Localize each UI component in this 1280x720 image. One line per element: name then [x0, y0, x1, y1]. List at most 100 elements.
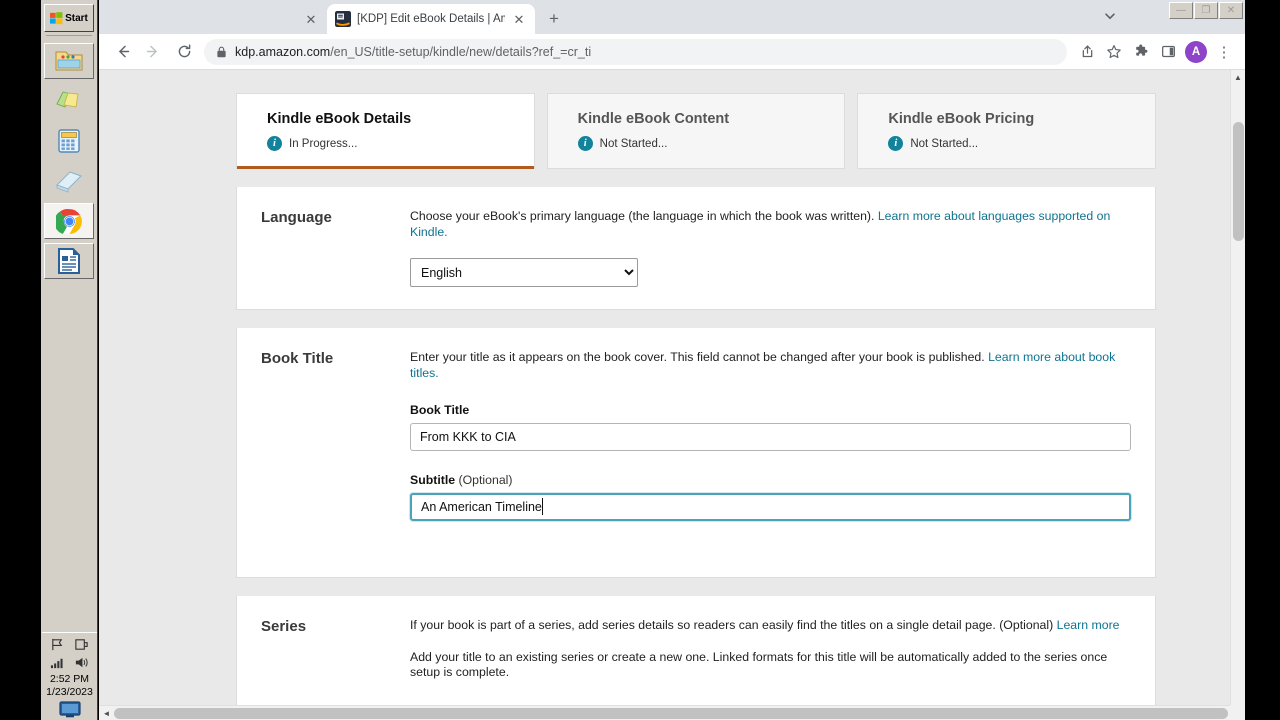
step-status-details: In Progress... [289, 137, 358, 150]
step-status-row-content: i Not Started... [577, 136, 845, 151]
notepad-icon [56, 171, 82, 193]
step-status-pricing: Not Started... [910, 137, 979, 150]
tab-title-active: [KDP] Edit eBook Details | Amazon Ki [357, 13, 505, 25]
taskbar-divider [46, 35, 92, 36]
tab-close-icon-active[interactable]: ✕ [511, 11, 527, 27]
horizontal-scrollbar-thumb[interactable] [114, 707, 1228, 719]
kdp-page-content: Kindle eBook Details i In Progress... Ki… [99, 70, 1230, 705]
url-path: /en_US/title-setup/kindle/new/details?re… [330, 44, 592, 59]
start-button-label: Start [65, 12, 88, 24]
show-desktop-monitor-icon[interactable] [58, 701, 81, 718]
system-tray: 2:52 PM 1/23/2023 [42, 632, 97, 720]
window-minimize-button[interactable]: — [1169, 2, 1193, 19]
action-center-flag-icon[interactable] [50, 637, 65, 652]
calculator-icon [58, 129, 80, 153]
info-icon: i [577, 136, 593, 151]
section-label-book-title: Book Title [261, 350, 334, 367]
series-learn-more-link[interactable]: Learn more [1057, 618, 1120, 632]
info-icon: i [267, 136, 282, 151]
tray-clock-date[interactable]: 1/23/2023 [46, 686, 93, 699]
step-title-details: Kindle eBook Details [267, 111, 412, 127]
reload-button[interactable] [169, 37, 199, 67]
network-plug-icon[interactable] [74, 637, 89, 652]
section-series: Series If your book is part of a series,… [236, 596, 1156, 705]
windows-taskbar: Start 2:52 PM 1/23/2023 [40, 0, 98, 720]
section-label-series: Series [261, 618, 307, 635]
taskbar-item-notepad[interactable] [44, 163, 94, 199]
window-controls: — ❐ ✕ [1169, 2, 1243, 19]
subtitle-optional-text: (Optional) [458, 473, 513, 487]
subtitle-input[interactable] [410, 493, 1131, 521]
address-bar[interactable]: kdp.amazon.com/en_US/title-setup/kindle/… [204, 38, 1067, 65]
volume-speaker-icon[interactable] [74, 655, 89, 670]
new-tab-button[interactable]: + [540, 4, 568, 32]
file-explorer-icon [55, 51, 83, 71]
subtitle-label-text: Subtitle [410, 473, 456, 487]
section-book-title: Book Title Enter your title as it appear… [236, 328, 1156, 578]
series-spacer [410, 638, 1129, 650]
kdp-step-tabs: Kindle eBook Details i In Progress... Ki… [236, 93, 1157, 169]
section-body-book-title: Enter your title as it appears on the bo… [410, 350, 1157, 521]
window-close-button[interactable]: ✕ [1219, 2, 1243, 19]
lock-icon [217, 46, 226, 57]
url-host: kdp.amazon.com [235, 44, 331, 59]
chevron-down-icon[interactable] [1098, 4, 1122, 28]
window-restore-button[interactable]: ❐ [1194, 2, 1218, 19]
back-button[interactable] [107, 37, 137, 67]
forward-button[interactable] [138, 37, 168, 67]
tray-clock-time[interactable]: 2:52 PM [50, 673, 89, 686]
section-label-language: Language [261, 209, 332, 226]
info-icon: i [888, 136, 904, 151]
browser-tab-strip: ✕ [KDP] Edit eBook Details | Amazon Ki ✕… [99, 0, 1245, 34]
subtitle-field-label: Subtitle (Optional) [410, 473, 1131, 487]
series-help-text-2: Add your title to an existing series or … [410, 649, 1108, 680]
step-title-content: Kindle eBook Content [577, 111, 730, 127]
bookmark-star-icon[interactable] [1101, 39, 1127, 65]
book-title-help-text: Enter your title as it appears on the bo… [410, 350, 1131, 381]
tab-close-icon[interactable]: ✕ [303, 11, 319, 27]
text-cursor [542, 498, 543, 515]
series-help-text-1: If your book is part of a series, add se… [410, 618, 1129, 634]
section-language: Language Choose your eBook's primary lan… [236, 187, 1156, 310]
browser-tab-inactive[interactable]: ✕ [103, 4, 327, 34]
browser-tab-kdp-edit-ebook-details[interactable]: [KDP] Edit eBook Details | Amazon Ki ✕ [327, 4, 535, 34]
browser-menu-icon[interactable]: ⋮ [1211, 39, 1237, 65]
language-select[interactable]: English [410, 258, 638, 287]
section-body-series: If your book is part of a series, add se… [410, 618, 1155, 685]
step-status-row-pricing: i Not Started... [888, 136, 1155, 151]
sticky-notes-icon [56, 91, 79, 108]
page-viewport: Kindle eBook Details i In Progress... Ki… [99, 70, 1245, 720]
step-title-pricing: Kindle eBook Pricing [888, 111, 1035, 127]
step-card-kindle-ebook-details[interactable]: Kindle eBook Details i In Progress... [236, 93, 535, 169]
address-bar-url: kdp.amazon.com/en_US/title-setup/kindle/… [235, 45, 591, 59]
taskbar-item-sticky-notes[interactable] [44, 83, 94, 119]
section-body-language: Choose your eBook's primary language (th… [410, 209, 1155, 287]
share-icon[interactable] [1074, 39, 1100, 65]
scroll-left-arrow-icon[interactable]: ◄ [99, 709, 114, 718]
book-title-help-copy: Enter your title as it appears on the bo… [410, 350, 989, 364]
horizontal-scrollbar[interactable]: ◄ [99, 705, 1230, 720]
browser-toolbar: kdp.amazon.com/en_US/title-setup/kindle/… [99, 34, 1245, 70]
vertical-scrollbar-thumb[interactable] [1233, 122, 1244, 241]
taskbar-item-calculator[interactable] [44, 123, 94, 159]
step-status-row-details: i In Progress... [267, 136, 534, 151]
language-help-text: Choose your eBook's primary language (th… [410, 209, 1129, 240]
chrome-browser-window: ✕ [KDP] Edit eBook Details | Amazon Ki ✕… [99, 0, 1245, 720]
book-title-field-label: Book Title [410, 403, 470, 417]
series-help-copy-1: If your book is part of a series, add se… [410, 618, 1057, 632]
profile-avatar[interactable]: A [1185, 40, 1207, 63]
step-card-kindle-ebook-content[interactable]: Kindle eBook Content i Not Started... [546, 93, 846, 169]
start-button[interactable]: Start [44, 4, 94, 32]
book-title-input[interactable] [410, 423, 1131, 451]
side-panel-icon[interactable] [1155, 39, 1181, 65]
extensions-puzzle-icon[interactable] [1128, 39, 1154, 65]
signal-bars-icon[interactable] [50, 655, 65, 670]
desktop-screen: Start 2:52 PM 1/23/2023 ✕ [KDP] Edit eBo… [0, 0, 1280, 720]
scroll-up-arrow-icon[interactable]: ▲ [1231, 70, 1245, 85]
step-card-kindle-ebook-pricing[interactable]: Kindle eBook Pricing i Not Started... [857, 93, 1157, 169]
taskbar-item-google-chrome[interactable] [44, 203, 94, 239]
vertical-scrollbar[interactable]: ▲ [1230, 70, 1245, 705]
taskbar-item-libreoffice-writer[interactable] [44, 243, 94, 279]
step-status-content: Not Started... [599, 137, 668, 150]
taskbar-item-file-explorer[interactable] [44, 43, 94, 79]
